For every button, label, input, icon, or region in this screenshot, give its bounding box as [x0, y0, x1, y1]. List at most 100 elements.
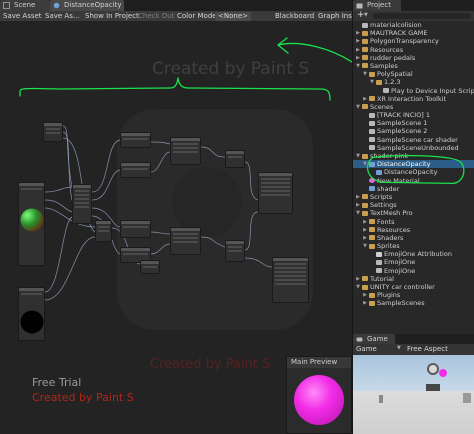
project-tree-item[interactable]: ▶ SampleScenes [353, 299, 474, 307]
folder-icon [369, 235, 375, 241]
graph-node[interactable] [140, 260, 160, 274]
project-tree-item[interactable]: EmojiOne [353, 258, 474, 266]
project-tree-item[interactable]: ▶ Shaders [353, 234, 474, 242]
fragment-master-node[interactable] [272, 257, 309, 303]
project-tree-item[interactable]: ▼ Sprites [353, 242, 474, 250]
project-tree-item[interactable]: EmojiOne Attribution [353, 250, 474, 258]
tab-scene[interactable]: Scene [0, 0, 50, 11]
game-viewport[interactable] [353, 355, 474, 434]
asset-icon [383, 88, 389, 93]
collapse-arrow-icon[interactable]: ▶ [355, 46, 361, 54]
project-tree-item[interactable]: ▶ Scripts [353, 193, 474, 201]
graph-node[interactable] [95, 220, 112, 242]
chevron-down-icon[interactable]: ▼ [397, 345, 401, 351]
project-tree-item[interactable]: [TRACK INCIO] 1 [353, 111, 474, 119]
project-tree-item[interactable]: ▼ TextMesh Pro [353, 209, 474, 217]
folder-icon [362, 210, 368, 216]
project-tree-item[interactable]: ▶ Settings [353, 201, 474, 209]
project-tree-item-label: SampleScene car shader [377, 135, 458, 144]
blackboard-toggle[interactable]: Blackboard [275, 11, 314, 21]
graph-node[interactable] [225, 240, 245, 262]
font-icon [376, 251, 382, 257]
expand-arrow-icon[interactable]: ▼ [362, 160, 368, 168]
tab-game[interactable]: Game [353, 334, 395, 344]
project-tree-item[interactable]: SampleScene 1 [353, 119, 474, 127]
collapse-arrow-icon[interactable]: ▶ [355, 37, 361, 45]
shader-graph-icon [53, 2, 60, 9]
project-tree-item[interactable]: materialcolision [353, 21, 474, 29]
project-tree-item-label: SampleScene 2 [377, 127, 428, 136]
collapse-arrow-icon[interactable]: ▶ [362, 291, 368, 299]
project-tree-item-label: DistanceOpacity [377, 160, 431, 169]
free-trial-watermark: Free Trial [32, 376, 82, 389]
check-out-button[interactable]: Check Out [138, 11, 174, 21]
expand-arrow-icon[interactable]: ▼ [355, 152, 361, 160]
project-tree-item[interactable]: SampleSceneUnbounded [353, 144, 474, 152]
project-search-input[interactable] [373, 13, 471, 19]
project-tree-item[interactable]: DistanceOpacity [353, 168, 474, 176]
project-tree-item[interactable]: ▼ Samples [353, 62, 474, 70]
project-tree-item[interactable]: ▶ XR Interaction Toolkit [353, 95, 474, 103]
main-preview-panel[interactable]: Main Preview [286, 356, 352, 434]
project-tree-item[interactable]: ▶ Fonts [353, 218, 474, 226]
graph-inspector-toggle[interactable]: Graph Inspe [318, 11, 352, 21]
expand-arrow-icon[interactable]: ▼ [362, 70, 368, 78]
graph-node[interactable] [170, 227, 201, 255]
project-tree-item[interactable]: ▶ Plugins [353, 291, 474, 299]
project-tree-item[interactable]: ▼ PolySpatial [353, 70, 474, 78]
black-preview-node[interactable] [18, 287, 45, 341]
project-tree-item[interactable]: ▼ UNITY car controller [353, 283, 474, 291]
save-as-button[interactable]: Save As... [45, 11, 80, 21]
shader-graph-canvas[interactable]: Created by Paint S Created by Paint S Fr… [0, 22, 352, 434]
project-tree-item[interactable]: ▶ rudder pedals [353, 54, 474, 62]
project-tree-item-label: shader pink [370, 152, 409, 160]
collapse-arrow-icon[interactable]: ▶ [362, 234, 368, 242]
expand-arrow-icon[interactable]: ▼ [355, 209, 361, 217]
collapse-arrow-icon[interactable]: ▶ [355, 201, 361, 209]
expand-arrow-icon[interactable]: ▼ [355, 62, 361, 70]
collapse-arrow-icon[interactable]: ▶ [362, 95, 368, 103]
expand-arrow-icon[interactable]: ▼ [369, 78, 375, 86]
preview-sphere[interactable] [294, 375, 344, 425]
project-tree-item[interactable]: ▶ Resources [353, 226, 474, 234]
project-tree-item[interactable]: SampleScene car shader [353, 136, 474, 144]
expand-arrow-icon[interactable]: ▼ [355, 283, 361, 291]
expand-arrow-icon[interactable]: ▼ [362, 242, 368, 250]
collapse-arrow-icon[interactable]: ▶ [362, 218, 368, 226]
expand-arrow-icon[interactable]: ▼ [355, 103, 361, 111]
collapse-arrow-icon[interactable]: ▶ [362, 226, 368, 234]
collapse-arrow-icon[interactable]: ▶ [355, 29, 361, 37]
save-asset-button[interactable]: Save Asset [3, 11, 42, 21]
folder-icon [369, 292, 375, 298]
project-tree-item[interactable]: ▶ Resources [353, 46, 474, 54]
project-tree-item[interactable]: ▼ 1.2.3 [353, 78, 474, 86]
chevron-down-icon[interactable]: ▼ [364, 12, 368, 18]
project-tree-item-label: EmojiOne [384, 258, 416, 267]
project-panel: Project + ▼ materialcolision ▶ MAUTRACK GA… [352, 0, 474, 334]
project-tree-item-label: XR Interaction Toolkit [377, 94, 447, 103]
project-tab-bar: Project [353, 0, 474, 11]
collapse-arrow-icon[interactable]: ▶ [355, 54, 361, 62]
project-tree-item[interactable]: EmojiOne [353, 267, 474, 275]
project-tree-item[interactable]: shader [353, 185, 474, 193]
project-tree-item[interactable]: ▶ PolygonTransparency [353, 37, 474, 45]
show-in-project-button[interactable]: Show In Project [85, 11, 139, 21]
project-tree-item[interactable]: SampleScene 2 [353, 127, 474, 135]
project-tree-item[interactable]: ▶ Tutorial [353, 275, 474, 283]
project-tree-item-label: MAUTRACK GAME [370, 29, 428, 38]
game-display-dropdown[interactable]: Game [356, 344, 377, 355]
project-tree-item[interactable]: New Material [353, 177, 474, 185]
project-tree-item[interactable]: ▼ shader pink [353, 152, 474, 160]
tab-shader-graph[interactable]: DistanceOpacity [50, 0, 124, 11]
project-tree-item[interactable]: ▼ Scenes [353, 103, 474, 111]
color-mode-dropdown[interactable]: <None> [215, 12, 251, 21]
collapse-arrow-icon[interactable]: ▶ [362, 299, 368, 307]
graph-node[interactable] [120, 220, 151, 238]
aspect-dropdown[interactable]: Free Aspect [407, 344, 448, 355]
folder-icon [362, 63, 368, 69]
project-tree-item[interactable]: ▼ DistanceOpacity [353, 160, 474, 169]
project-tree-item[interactable]: Play to Device Input Script [353, 87, 474, 95]
collapse-arrow-icon[interactable]: ▶ [355, 193, 361, 201]
project-tree-item[interactable]: ▶ MAUTRACK GAME [353, 29, 474, 37]
collapse-arrow-icon[interactable]: ▶ [355, 275, 361, 283]
